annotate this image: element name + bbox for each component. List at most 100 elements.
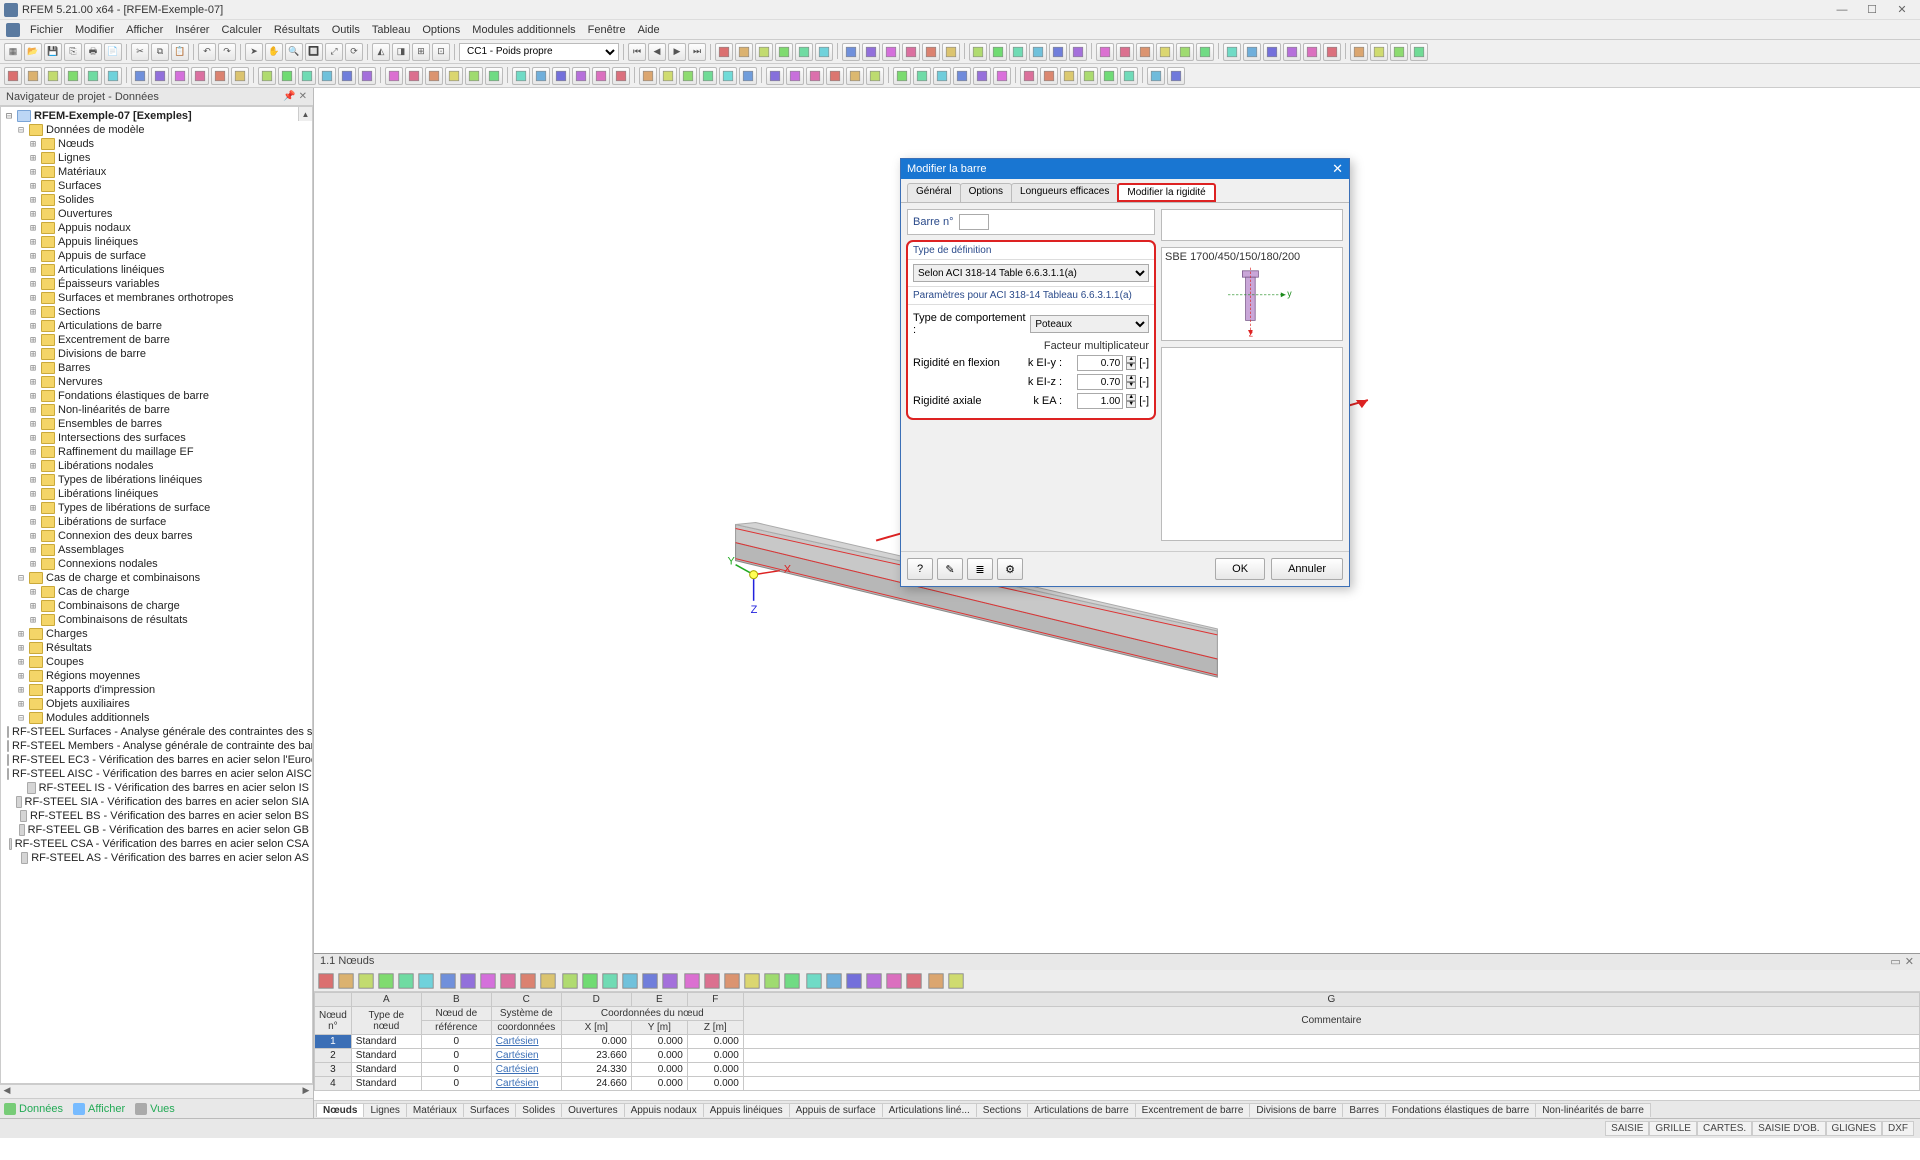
tree-connexion-des-deux-barres[interactable]: ⊞Connexion des deux barres xyxy=(1,529,312,543)
toolbar2-btn-17[interactable] xyxy=(358,67,376,85)
toolbar2-btn-27[interactable] xyxy=(572,67,590,85)
toolbar1-extra-btn-9[interactable] xyxy=(902,43,920,61)
settings-icon[interactable]: ⚙ xyxy=(997,558,1023,580)
toolbar1-extra-btn-16[interactable] xyxy=(1049,43,1067,61)
tree-sections[interactable]: ⊞Sections xyxy=(1,305,312,319)
zoom-icon[interactable]: 🔍 xyxy=(285,43,303,61)
toolbar2-btn-31[interactable] xyxy=(659,67,677,85)
view-3d-icon[interactable]: ◨ xyxy=(392,43,410,61)
tree-rf-steel-ec3-v-rification-des-[interactable]: RF-STEEL EC3 - Vérification des barres e… xyxy=(1,753,312,767)
tree-surfaces-et-membranes-orthotro[interactable]: ⊞Surfaces et membranes orthotropes xyxy=(1,291,312,305)
tree-nervures[interactable]: ⊞Nervures xyxy=(1,375,312,389)
toolbar2-btn-5[interactable] xyxy=(104,67,122,85)
toolbar1-extra-btn-8[interactable] xyxy=(882,43,900,61)
tree-r-sultats[interactable]: ⊞Résultats xyxy=(1,641,312,655)
nav-prev-icon[interactable]: ◀ xyxy=(648,43,666,61)
toolbar1-extra-btn-17[interactable] xyxy=(1069,43,1087,61)
toolbar2-btn-10[interactable] xyxy=(211,67,229,85)
tree-surfaces[interactable]: ⊞Surfaces xyxy=(1,179,312,193)
table-tbar-btn-29[interactable] xyxy=(905,972,923,990)
menu-tableau[interactable]: Tableau xyxy=(366,22,417,38)
toolbar2-btn-0[interactable] xyxy=(4,67,22,85)
bottom-tab-8[interactable]: Appuis de surface xyxy=(789,1103,883,1117)
toolbar1-extra-btn-24[interactable] xyxy=(1223,43,1241,61)
tree-rf-steel-as-v-rification-des-b[interactable]: RF-STEEL AS - Vérification des barres en… xyxy=(1,851,312,865)
toolbar2-btn-44[interactable] xyxy=(933,67,951,85)
toolbar2-btn-6[interactable] xyxy=(131,67,149,85)
toolbar2-btn-41[interactable] xyxy=(866,67,884,85)
toolbar1-extra-btn-11[interactable] xyxy=(942,43,960,61)
tree-coupes[interactable]: ⊞Coupes xyxy=(1,655,312,669)
cancel-button[interactable]: Annuler xyxy=(1271,558,1343,580)
tree-raffinement-du-maillage-ef[interactable]: ⊞Raffinement du maillage EF xyxy=(1,445,312,459)
toolbar2-btn-23[interactable] xyxy=(485,67,503,85)
toolbar1-extra-btn-3[interactable] xyxy=(775,43,793,61)
toolbar2-btn-22[interactable] xyxy=(465,67,483,85)
toolbar2-btn-51[interactable] xyxy=(1080,67,1098,85)
pan-icon[interactable]: ✋ xyxy=(265,43,283,61)
toolbar2-btn-37[interactable] xyxy=(786,67,804,85)
table-tbar-btn-17[interactable] xyxy=(661,972,679,990)
menu-outils[interactable]: Outils xyxy=(326,22,366,38)
spin-down-icon[interactable]: ▼ xyxy=(1126,363,1136,370)
loadcase-combo[interactable]: CC1 - Poids propre xyxy=(459,43,619,61)
table-tbar-btn-6[interactable] xyxy=(439,972,457,990)
bottom-tab-7[interactable]: Appuis linéiques xyxy=(703,1103,790,1117)
tree-rf-steel-csa-v-rification-des-[interactable]: RF-STEEL CSA - Vérification des barres e… xyxy=(1,837,312,851)
toolbar1-extra-btn-12[interactable] xyxy=(969,43,987,61)
edit-icon[interactable]: ✎ xyxy=(937,558,963,580)
toolbar2-btn-3[interactable] xyxy=(64,67,82,85)
menu-calculer[interactable]: Calculer xyxy=(215,22,267,38)
toolbar2-btn-15[interactable] xyxy=(318,67,336,85)
zoomwin-icon[interactable]: 🔲 xyxy=(305,43,323,61)
nav-tab-display[interactable]: Afficher xyxy=(73,1103,125,1115)
view-xz-icon[interactable]: ⊡ xyxy=(432,43,450,61)
stiffness-input-2[interactable] xyxy=(1077,393,1123,409)
spin-up-icon[interactable]: ▲ xyxy=(1126,394,1136,401)
table-tbar-btn-1[interactable] xyxy=(337,972,355,990)
toolbar2-btn-54[interactable] xyxy=(1147,67,1165,85)
table-row[interactable]: 4Standard0Cartésien24.6600.0000.000 xyxy=(315,1077,1920,1091)
toolbar1-extra-btn-5[interactable] xyxy=(815,43,833,61)
toolbar2-btn-38[interactable] xyxy=(806,67,824,85)
table-tbar-btn-20[interactable] xyxy=(723,972,741,990)
table-row[interactable]: 3Standard0Cartésien24.3300.0000.000 xyxy=(315,1063,1920,1077)
tree-lignes[interactable]: ⊞Lignes xyxy=(1,151,312,165)
tree-rapports-d-impression[interactable]: ⊞Rapports d'impression xyxy=(1,683,312,697)
tree-rf-steel-surfaces-analyse-g-n-[interactable]: RF-STEEL Surfaces - Analyse générale des… xyxy=(1,725,312,739)
toolbar2-btn-24[interactable] xyxy=(512,67,530,85)
toolbar2-btn-30[interactable] xyxy=(639,67,657,85)
tree-non-lin-arit-s-de-barre[interactable]: ⊞Non-linéarités de barre xyxy=(1,403,312,417)
scroll-up-icon[interactable]: ▲ xyxy=(298,107,312,121)
status-glignes[interactable]: GLIGNES xyxy=(1826,1121,1882,1136)
toolbar2-btn-39[interactable] xyxy=(826,67,844,85)
toolbar2-btn-42[interactable] xyxy=(893,67,911,85)
tree-rf-steel-members-analyse-g-n-r[interactable]: RF-STEEL Members - Analyse générale de c… xyxy=(1,739,312,753)
table-tbar-btn-31[interactable] xyxy=(947,972,965,990)
dialog-close-icon[interactable]: ✕ xyxy=(1332,161,1343,177)
tree-rf-steel-is-v-rification-des-b[interactable]: RF-STEEL IS - Vérification des barres en… xyxy=(1,781,312,795)
table-tbar-btn-7[interactable] xyxy=(459,972,477,990)
table-tbar-btn-21[interactable] xyxy=(743,972,761,990)
spin-up-icon[interactable]: ▲ xyxy=(1126,356,1136,363)
toolbar2-btn-12[interactable] xyxy=(258,67,276,85)
undo-icon[interactable]: ↶ xyxy=(198,43,216,61)
toolbar1-extra-btn-28[interactable] xyxy=(1303,43,1321,61)
table-tbar-btn-23[interactable] xyxy=(783,972,801,990)
ok-button[interactable]: OK xyxy=(1215,558,1265,580)
tree-intersections-des-surfaces[interactable]: ⊞Intersections des surfaces xyxy=(1,431,312,445)
bottom-tab-4[interactable]: Solides xyxy=(515,1103,562,1117)
menu-résultats[interactable]: Résultats xyxy=(268,22,326,38)
table-min-icon[interactable]: ▭ xyxy=(1890,955,1900,969)
table-tbar-btn-14[interactable] xyxy=(601,972,619,990)
status-dxf[interactable]: DXF xyxy=(1882,1121,1914,1136)
menu-modules additionnels[interactable]: Modules additionnels xyxy=(466,22,581,38)
table-close-icon[interactable]: ✕ xyxy=(1905,955,1914,969)
tree-r-gions-moyennes[interactable]: ⊞Régions moyennes xyxy=(1,669,312,683)
tree-connexions-nodales[interactable]: ⊞Connexions nodales xyxy=(1,557,312,571)
table-row[interactable]: 2Standard0Cartésien23.6600.0000.000 xyxy=(315,1049,1920,1063)
toolbar1-extra-btn-4[interactable] xyxy=(795,43,813,61)
bottom-tab-10[interactable]: Sections xyxy=(976,1103,1028,1117)
toolbar1-extra-btn-30[interactable] xyxy=(1350,43,1368,61)
table-row[interactable]: 1Standard0Cartésien0.0000.0000.000 xyxy=(315,1035,1920,1049)
